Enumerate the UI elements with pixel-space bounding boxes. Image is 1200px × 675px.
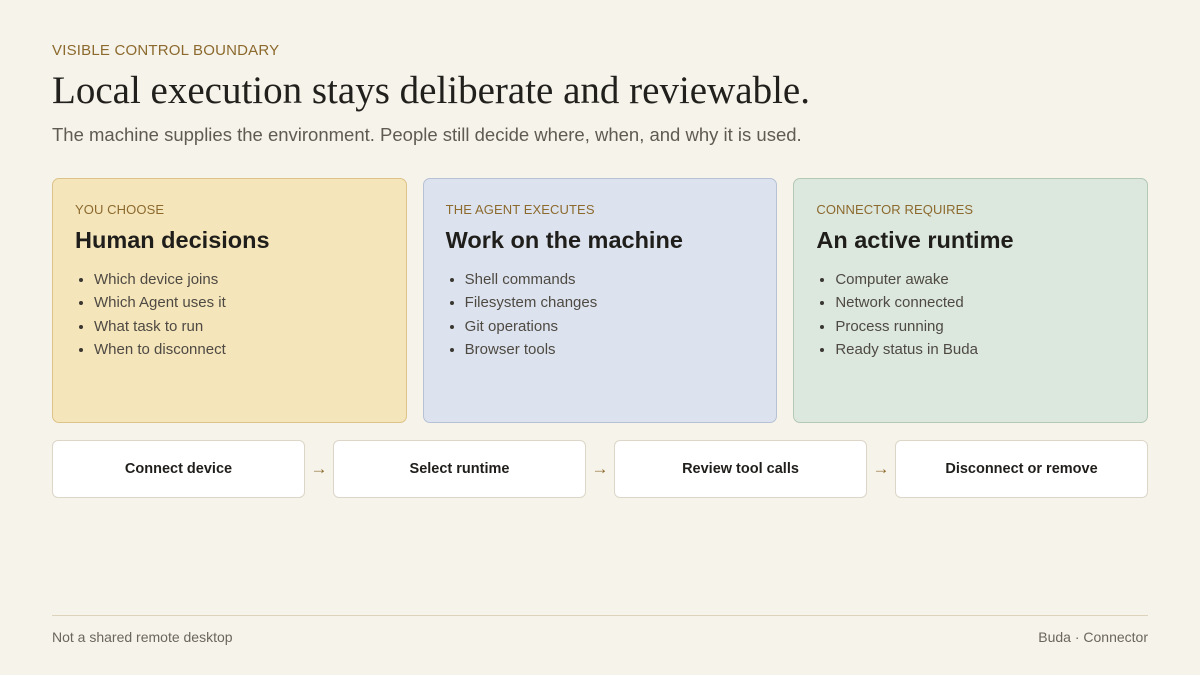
step-connect-device[interactable]: Connect device [52,440,305,498]
list-item: Git operations [465,315,755,338]
footer-divider [52,615,1148,616]
steps-flow: Connect device → Select runtime → Review… [52,440,1148,498]
card-list: Computer awake Network connected Process… [816,268,1125,362]
arrow-right-icon: → [591,459,609,478]
card-tag: CONNECTOR REQUIRES [816,202,974,217]
card-title: Work on the machine [445,227,683,253]
card-title: Human decisions [75,227,270,253]
card-list: Shell commands Filesystem changes Git op… [446,268,755,362]
step-review-tool-calls[interactable]: Review tool calls [614,440,867,498]
list-item: What task to run [94,315,384,338]
page-title: Local execution stays deliberate and rev… [52,69,810,112]
list-item: Which device joins [94,268,384,291]
page-subtitle: The machine supplies the environment. Pe… [52,124,802,145]
cards-row: YOU CHOOSE Human decisions Which device … [52,178,1149,423]
list-item: Filesystem changes [465,291,755,314]
card-tag: YOU CHOOSE [75,202,165,217]
list-item: Computer awake [835,268,1125,291]
card-list: Which device joins Which Agent uses it W… [75,268,384,362]
list-item: When to disconnect [94,338,384,361]
step-select-runtime[interactable]: Select runtime [333,440,586,498]
step-disconnect-or-remove[interactable]: Disconnect or remove [895,440,1148,498]
slide: VISIBLE CONTROL BOUNDARY Local execution… [52,0,1149,675]
list-item: Network connected [835,291,1125,314]
card-work-on-machine: THE AGENT EXECUTES Work on the machine S… [422,178,778,423]
card-human-decisions: YOU CHOOSE Human decisions Which device … [52,178,407,423]
list-item: Which Agent uses it [94,291,384,314]
eyebrow-label: VISIBLE CONTROL BOUNDARY [52,42,280,59]
list-item: Ready status in Buda [835,338,1125,361]
list-item: Shell commands [465,268,755,291]
list-item: Browser tools [465,338,755,361]
footer-note: Not a shared remote desktop [52,629,233,645]
arrow-right-icon: → [872,459,890,478]
arrow-right-icon: → [310,459,328,478]
card-tag: THE AGENT EXECUTES [445,202,595,217]
list-item: Process running [835,315,1125,338]
card-title: An active runtime [816,227,1014,253]
card-active-runtime: CONNECTOR REQUIRES An active runtime Com… [793,178,1149,423]
footer-brand: Buda · Connector [1038,629,1148,645]
